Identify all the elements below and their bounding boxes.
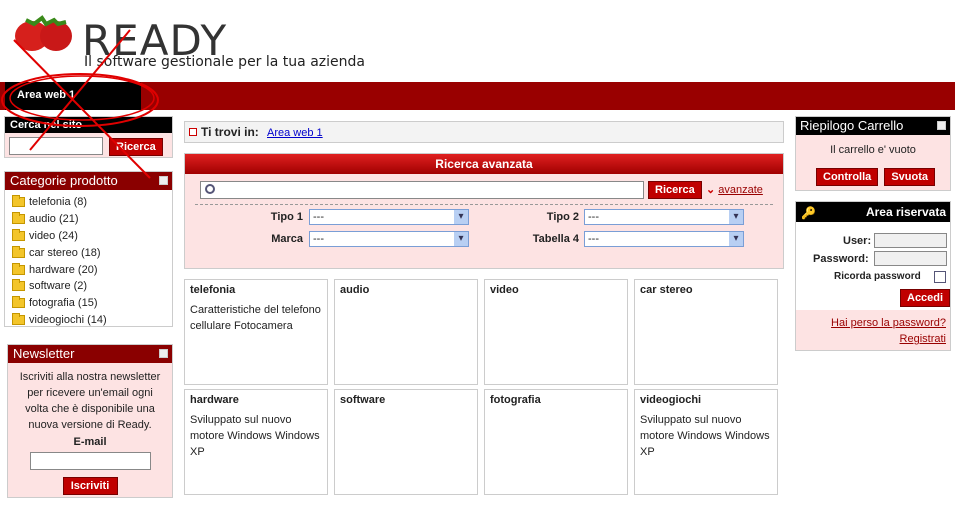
breadcrumb-icon (189, 128, 197, 136)
remember-label: Ricorda password (834, 271, 921, 282)
newsletter-box: Newsletter Iscriviti alla nostra newslet… (7, 344, 173, 498)
tipo2-label: Tipo 2 (546, 211, 579, 223)
categories-box: Categorie prodotto telefonia (8) audio (… (4, 171, 173, 327)
nav-tab[interactable]: Area web 1 (5, 82, 141, 110)
subscribe-button[interactable]: Iscriviti (62, 477, 118, 495)
folder-icon (12, 228, 25, 241)
product-card-fotografia[interactable]: fotografia (484, 389, 628, 495)
newsletter-text: Iscriviti alla nostra newsletter per ric… (19, 371, 161, 431)
top-navigation-bar: Area web 1 (0, 82, 955, 110)
tabella4-select[interactable]: --- (584, 231, 744, 247)
category-item[interactable]: telefonia (8) (12, 194, 172, 211)
folder-icon (12, 279, 25, 292)
product-card-telefonia[interactable]: telefonia Caratteristiche del telefono c… (184, 279, 328, 385)
category-item[interactable]: fotografia (15) (12, 295, 172, 312)
folder-icon (12, 262, 25, 275)
tabella4-label: Tabella 4 (532, 233, 579, 245)
folder-icon (12, 195, 25, 208)
category-item[interactable]: car stereo (18) (12, 244, 172, 261)
category-item[interactable]: video (24) (12, 228, 172, 245)
user-label: User: (843, 235, 872, 247)
tipo1-select[interactable]: --- (309, 209, 469, 225)
categories-title-text: Categorie prodotto (10, 173, 118, 188)
product-card-software[interactable]: software (334, 389, 478, 495)
logo: READY Il software gestionale per la tua … (12, 14, 392, 74)
product-title[interactable]: telefonia (190, 284, 322, 296)
checkout-button[interactable]: Controlla (816, 168, 879, 186)
product-description: Sviluppato sul nuovo motore Windows Wind… (640, 414, 770, 458)
category-item[interactable]: hardware (20) (12, 261, 172, 278)
newsletter-email-input[interactable] (29, 452, 151, 470)
tipo1-label: Tipo 1 (270, 211, 303, 223)
breadcrumb-label: Ti trovi in: (201, 125, 259, 139)
register-link[interactable]: Registrati (800, 331, 946, 347)
cart-title-text: Riepilogo Carrello (800, 118, 904, 133)
category-list: telefonia (8) audio (21) video (24) car … (5, 190, 172, 328)
product-title[interactable]: software (340, 394, 472, 406)
category-item[interactable]: audio (21) (12, 211, 172, 228)
newsletter-email-label: E-mail (73, 436, 107, 448)
category-item[interactable]: software (2) (12, 278, 172, 295)
advanced-search-input[interactable] (200, 181, 644, 199)
product-title[interactable]: car stereo (640, 284, 772, 296)
folder-icon (12, 212, 25, 225)
product-description: Sviluppato sul nuovo motore Windows Wind… (190, 414, 320, 458)
site-search-button[interactable]: Ricerca (109, 138, 163, 156)
folder-icon (12, 312, 25, 325)
marca-select[interactable]: --- (309, 231, 469, 247)
breadcrumb-link[interactable]: Area web 1 (267, 127, 323, 139)
empty-cart-button[interactable]: Svuota (884, 168, 936, 186)
category-item[interactable]: videogiochi (14) (12, 312, 172, 329)
password-input[interactable] (874, 251, 947, 266)
product-title[interactable]: hardware (190, 394, 322, 406)
forgot-password-link[interactable]: Hai perso la password? (800, 315, 946, 331)
nav-tab-label: Area web 1 (17, 89, 76, 101)
site-search-box: Cerca nel sito Ricerca (4, 116, 173, 158)
user-input[interactable] (874, 233, 947, 248)
login-box: 🔑 Area riservata User: Password: Ricorda… (795, 201, 951, 351)
cart-title: Riepilogo Carrello (796, 117, 950, 135)
login-title-text: Area riservata (865, 205, 946, 219)
cart-empty-text: Il carrello e' vuoto (830, 144, 916, 156)
product-title[interactable]: audio (340, 284, 472, 296)
strawberry-icon (15, 15, 72, 51)
product-description: Caratteristiche del telefono cellulare F… (190, 304, 321, 332)
marca-label: Marca (271, 233, 303, 245)
tipo2-select[interactable]: --- (584, 209, 744, 225)
password-label: Password: (813, 253, 869, 265)
advanced-search-button[interactable]: Ricerca (648, 181, 702, 199)
categories-title: Categorie prodotto (5, 172, 172, 190)
advanced-options-link[interactable]: avanzate (706, 183, 763, 196)
breadcrumb: Ti trovi in: Area web 1 (184, 121, 784, 143)
remember-checkbox[interactable] (934, 271, 946, 283)
site-search-input[interactable] (9, 137, 103, 155)
newsletter-title-text: Newsletter (13, 346, 75, 361)
product-title[interactable]: videogiochi (640, 394, 772, 406)
collapse-icon[interactable] (159, 349, 168, 358)
divider (195, 204, 773, 205)
folder-icon (12, 296, 25, 309)
key-icon: 🔑 (801, 206, 816, 220)
product-card-videogiochi[interactable]: videogiochi Sviluppato sul nuovo motore … (634, 389, 778, 495)
cart-actions: Controlla Svuota (816, 168, 938, 186)
login-links: Hai perso la password? Registrati (796, 310, 950, 350)
newsletter-title: Newsletter (8, 345, 172, 363)
search-icon (205, 184, 215, 194)
collapse-icon[interactable] (159, 176, 168, 185)
collapse-icon[interactable] (937, 121, 946, 130)
cart-summary: Riepilogo Carrello Il carrello e' vuoto … (795, 116, 951, 191)
tagline: Il software gestionale per la tua aziend… (84, 54, 365, 70)
advanced-search-panel: Ricerca avanzata Ricerca avanzate Tipo 1… (184, 153, 784, 269)
product-card-video[interactable]: video (484, 279, 628, 385)
product-card-car-stereo[interactable]: car stereo (634, 279, 778, 385)
advanced-search-title: Ricerca avanzata (185, 154, 783, 174)
product-card-audio[interactable]: audio (334, 279, 478, 385)
product-title[interactable]: fotografia (490, 394, 622, 406)
site-search-title: Cerca nel sito (5, 117, 172, 133)
product-title[interactable]: video (490, 284, 622, 296)
login-button[interactable]: Accedi (900, 289, 951, 307)
login-title: 🔑 Area riservata (796, 202, 950, 222)
folder-icon (12, 245, 25, 258)
product-card-hardware[interactable]: hardware Sviluppato sul nuovo motore Win… (184, 389, 328, 495)
